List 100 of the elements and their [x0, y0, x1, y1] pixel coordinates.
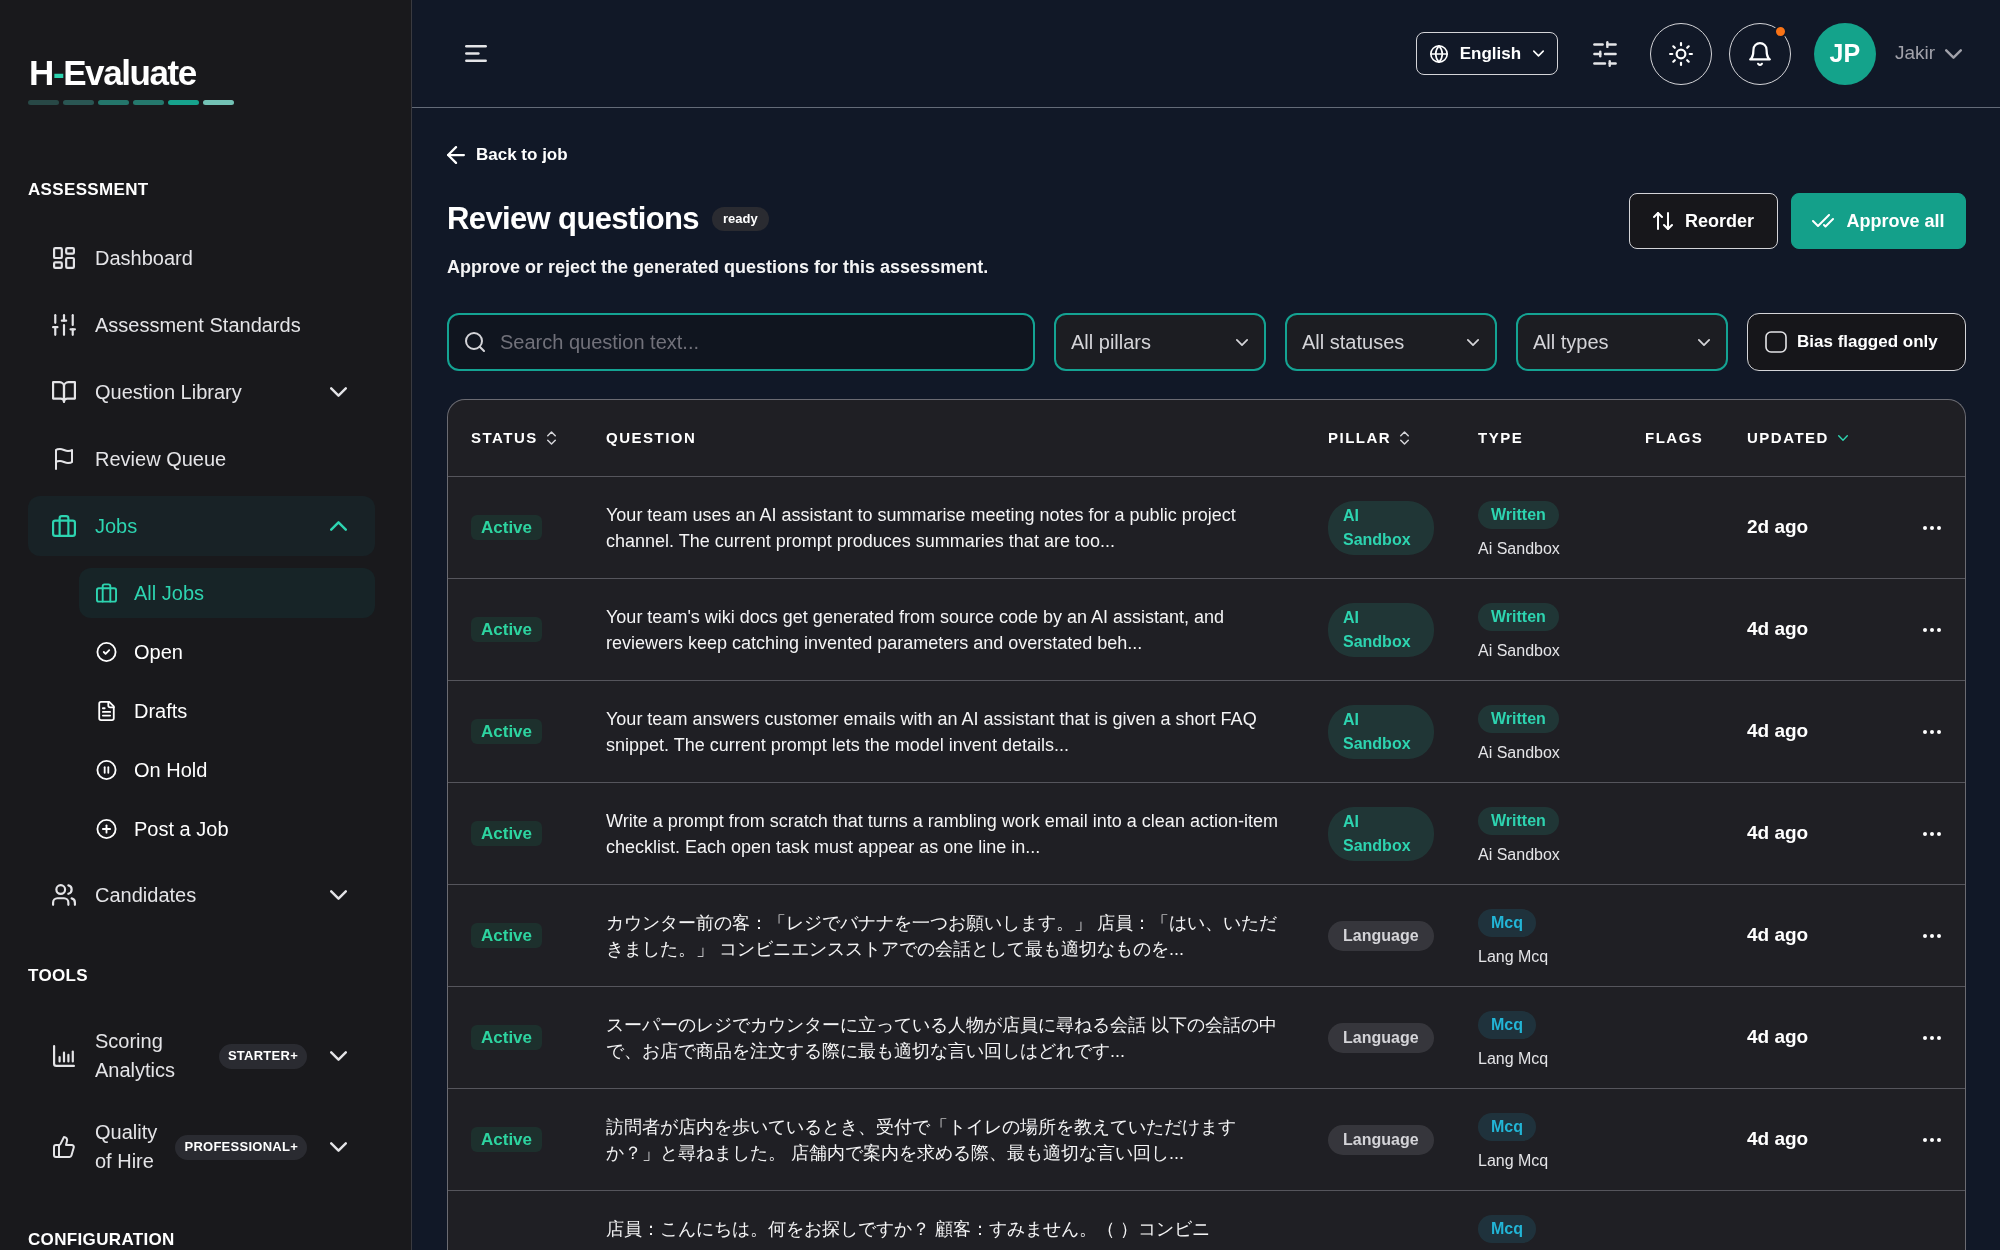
briefcase-icon [96, 583, 117, 603]
updated-time: 4d ago [1747, 1128, 1809, 1150]
nav-item[interactable]: Assessment Standards [28, 295, 375, 355]
more-options-icon[interactable] [1923, 525, 1941, 530]
sort-icon [546, 431, 556, 446]
type-tag: Written [1478, 807, 1559, 835]
bias-filter-toggle[interactable]: Bias flagged only [1747, 313, 1966, 371]
menu-icon[interactable] [465, 45, 487, 62]
pillar-tag: Language [1328, 1124, 1434, 1155]
sliders-icon [52, 314, 76, 336]
more-options-icon[interactable] [1923, 729, 1941, 734]
pause-icon [96, 760, 117, 780]
type-label: Ai Sandbox [1478, 743, 1560, 763]
users-icon [52, 884, 76, 906]
search-field[interactable]: Search question text... [447, 313, 1035, 371]
page-subtitle: Approve or reject the generated questions for this assessment. [447, 256, 989, 279]
bell-icon [1748, 41, 1771, 66]
more-options-icon[interactable] [1923, 1137, 1941, 1142]
globe-icon [1429, 44, 1448, 63]
nav-subitem[interactable]: All Jobs [79, 568, 375, 618]
filter-select[interactable]: All pillars [1054, 313, 1266, 371]
more-options-icon[interactable] [1923, 831, 1941, 836]
more-options-icon[interactable] [1923, 1035, 1941, 1040]
nav-subitem[interactable]: Post a Job [79, 804, 375, 854]
user-name[interactable]: Jakir [1894, 39, 1935, 68]
nav-item[interactable]: Jobs [28, 496, 375, 556]
updated-time: 4d ago [1747, 1026, 1809, 1048]
column-header: QUESTION [606, 428, 697, 448]
flag-icon [52, 448, 76, 470]
type-tag: Mcq [1478, 1215, 1536, 1243]
thumbs-up-icon [52, 1136, 76, 1158]
search-icon [465, 332, 485, 352]
updated-time: 4d ago [1747, 618, 1809, 640]
updated-time: 2d ago [1747, 516, 1809, 538]
type-tag: Mcq [1478, 1011, 1536, 1039]
status-badge: Active [471, 616, 543, 642]
question-text: Write a prompt from scratch that turns a rambling work email into a clean action-item checklist. Each open task must appear as one line in... [606, 810, 1278, 859]
sun-icon [1668, 41, 1693, 66]
updated-time: 4d ago [1747, 822, 1809, 844]
pillar-tag: Language [1328, 1022, 1434, 1053]
more-options-icon[interactable] [1923, 627, 1941, 632]
section-heading: CONFIGURATION [28, 1229, 175, 1250]
section-heading: TOOLS [28, 965, 88, 987]
status-badge: Active [471, 718, 543, 744]
type-label: Lang Mcq [1478, 947, 1549, 967]
type-tag: Written [1478, 705, 1559, 733]
chevron-down-icon[interactable] [1945, 48, 1962, 59]
question-text: 訪問者が店内を歩いているとき、受付で「トイレの場所を教えていただけますか？」と尋ねました。 店舗内で案内を求める際、最も適切な言い回し... [606, 1116, 1237, 1165]
type-tag: Written [1478, 603, 1559, 631]
bar-chart-icon [52, 1045, 76, 1067]
column-header[interactable]: PILLAR [1328, 427, 1410, 450]
book-icon [52, 381, 76, 403]
type-tag: Mcq [1478, 1113, 1536, 1141]
document-icon [96, 701, 117, 721]
nav-subitem[interactable]: Drafts [79, 686, 375, 736]
status-badge: Active [471, 820, 543, 846]
pillar-tag: AI Sandbox [1328, 704, 1434, 759]
filter-select[interactable]: All types [1516, 313, 1728, 371]
nav-subitem[interactable]: On Hold [79, 745, 375, 795]
checkbox[interactable] [1765, 331, 1787, 353]
nav-item[interactable]: Scoring Analytics STARTER+ [28, 1014, 375, 1098]
chevron-up-icon[interactable] [330, 521, 347, 531]
nav-item[interactable]: Quality of Hire PROFESSIONAL+ [28, 1105, 375, 1189]
column-header[interactable]: STATUS [471, 427, 556, 450]
chevron-down-icon [1698, 338, 1710, 346]
nav-subitem[interactable]: Open [79, 627, 375, 677]
column-header[interactable]: UPDATED [1747, 427, 1848, 450]
briefcase-icon [52, 515, 76, 537]
status-badge: Active [471, 1024, 543, 1050]
column-header: FLAGS [1645, 428, 1704, 448]
logo-text: H-Evaluate [28, 53, 196, 93]
sliders-icon[interactable] [1592, 40, 1617, 67]
type-label: Lang Mcq [1478, 1151, 1549, 1171]
status-badge: Active [471, 514, 543, 540]
sort-icon [1400, 431, 1410, 446]
language-select[interactable]: English [1415, 32, 1558, 75]
plan-badge: STARTER+ [218, 1043, 307, 1069]
type-label: Lang Mcq [1478, 1049, 1549, 1069]
updated-time: 4d ago [1747, 720, 1809, 742]
filter-select[interactable]: All statuses [1285, 313, 1497, 371]
back-link[interactable]: Back to job [447, 143, 568, 167]
nav-item[interactable]: Candidates [28, 865, 375, 925]
updated-time: 4d ago [1747, 924, 1809, 946]
type-tag: Written [1478, 501, 1559, 529]
status-badge: ready [711, 207, 769, 231]
check-circle-icon [96, 642, 117, 662]
column-header: TYPE [1478, 428, 1524, 448]
question-text: 店員：こんにちは。何をお探しですか？ 顧客：すみません。（ ）コンビニ [606, 1218, 1211, 1241]
pillar-tag: AI Sandbox [1328, 602, 1434, 657]
status-badge: Active [471, 1126, 543, 1152]
sort-arrows-icon [1653, 212, 1673, 230]
type-label: Ai Sandbox [1478, 845, 1560, 865]
reorder-button[interactable]: Reorder [1629, 193, 1778, 249]
nav-item[interactable]: Review Queue [28, 429, 375, 489]
nav-item[interactable]: Question Library [28, 362, 375, 422]
question-text: Your team's wiki docs get generated from source code by an AI assistant, and reviewers keep catching invented parameters and overstated beh... [606, 606, 1226, 655]
double-check-icon [1812, 214, 1835, 228]
more-options-icon[interactable] [1923, 933, 1941, 938]
page-title: Review questions [447, 200, 699, 238]
nav-item[interactable]: Dashboard [28, 228, 375, 288]
